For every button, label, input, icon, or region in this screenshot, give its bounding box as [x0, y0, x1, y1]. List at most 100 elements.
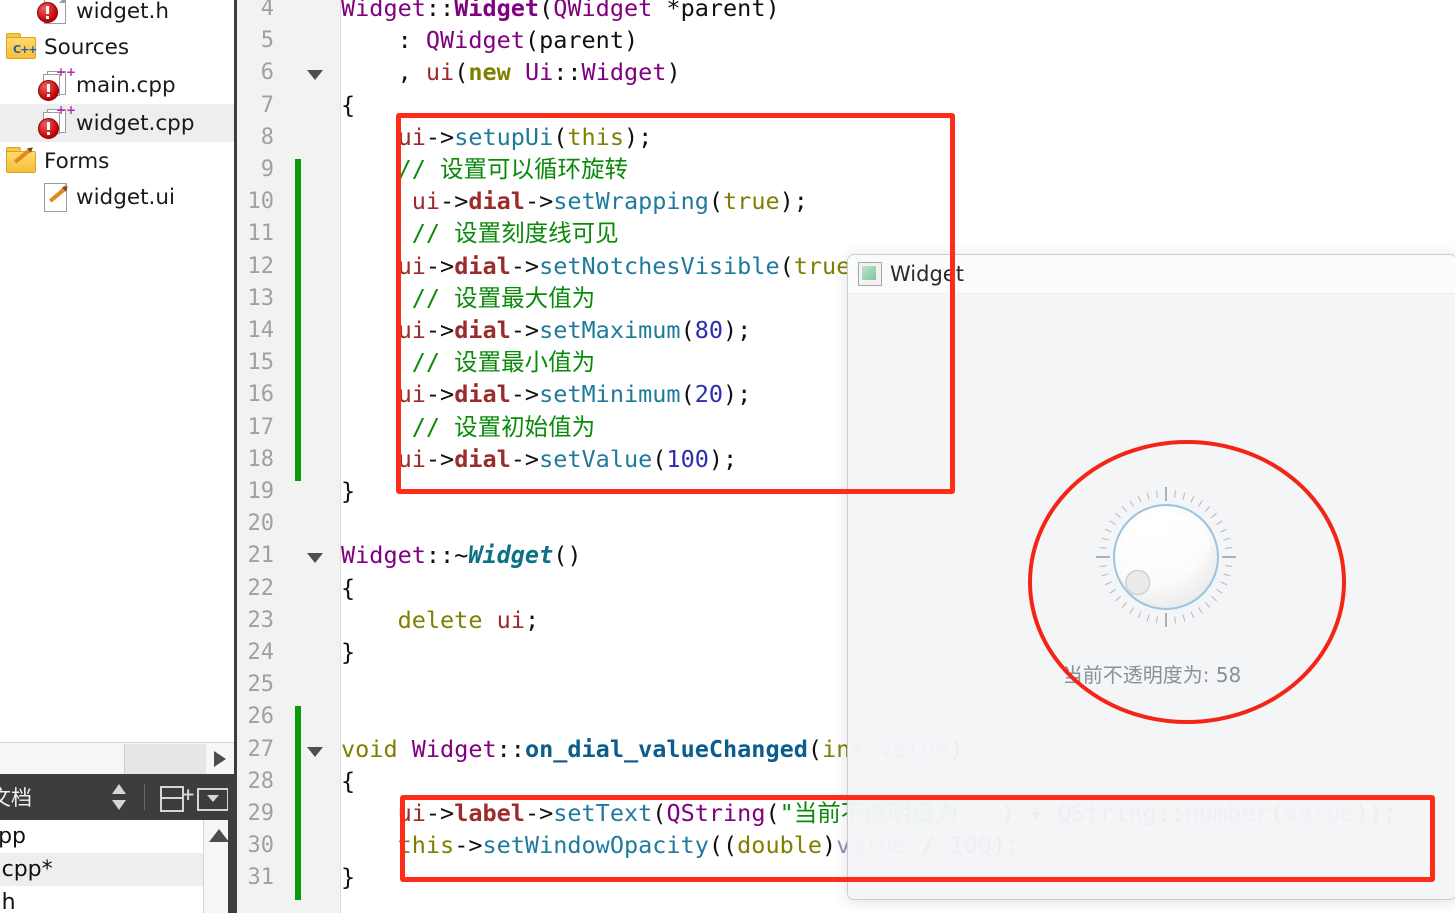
line-number: 27 [247, 736, 275, 762]
tree-item-widget-cpp[interactable]: ++ widget.cpp [0, 104, 234, 142]
hscrollbar-thumb[interactable] [124, 744, 208, 774]
line-number: 12 [247, 253, 275, 279]
line-number: 7 [260, 92, 274, 118]
code-line: Widget::~Widget() [341, 543, 582, 567]
code-token: void [341, 734, 398, 763]
line-number: 23 [247, 607, 275, 633]
ui-form-icon [36, 180, 70, 214]
tree-item-main-cpp[interactable]: ++ main.cpp [0, 66, 234, 104]
code-token: Widget [341, 541, 426, 570]
code-token: delete [397, 605, 483, 634]
code-line: delete ui; [341, 605, 540, 634]
line-number: 18 [247, 446, 275, 472]
fold-chevron-down-icon[interactable] [307, 70, 323, 81]
line-number: 5 [260, 28, 274, 54]
open-documents-list[interactable]: cpp t.cpp* t.h [0, 820, 234, 913]
line-number: 9 [260, 157, 274, 182]
code-token: ui [496, 605, 525, 634]
line-number: 16 [247, 382, 275, 408]
code-token: { [341, 573, 356, 602]
tree-item-Forms[interactable]: Forms [0, 142, 234, 180]
code-token: :: [425, 0, 455, 22]
fold-chevron-down-icon[interactable] [307, 746, 323, 757]
cpp-source-icon: ++ [36, 104, 76, 140]
code-line: Widget::Widget(QWidget *parent) [341, 0, 780, 20]
line-number: 15 [247, 350, 275, 376]
code-token: Widget [468, 541, 554, 570]
document-list-item[interactable]: t.cpp* [0, 853, 234, 886]
code-line: { [341, 93, 355, 117]
line-number: 4 [260, 0, 274, 21]
editor-gutter[interactable]: 4 5 6 7 8 9 10 11 12 13 14 15 16 17 18 19 20 21 22 23 24 25 26… [237, 0, 341, 913]
annotation-rectangle-slot [400, 795, 1435, 882]
line-number: 25 [247, 672, 275, 698]
code-token: ) [666, 58, 681, 87]
document-list-item-label: cpp [0, 824, 27, 849]
tree-item-label: main.cpp [76, 72, 176, 98]
code-token: on_dial_valueChanged [524, 734, 808, 763]
line-number: 17 [247, 414, 275, 440]
code-line: { [341, 769, 355, 793]
open-documents-toolbar[interactable]: 文档 + [0, 774, 234, 820]
code-token: ( [539, 0, 554, 22]
document-list-item[interactable]: cpp [0, 820, 234, 853]
code-token: (parent) [524, 26, 639, 55]
project-tree-hscrollbar[interactable] [0, 742, 234, 775]
tree-item-widget-ui[interactable]: widget.ui [0, 178, 234, 216]
folder-forms-icon [4, 144, 38, 178]
line-number: 21 [247, 543, 275, 569]
tree-item-label: widget.cpp [76, 110, 195, 136]
code-token: } [341, 638, 356, 666]
code-line: } [341, 479, 355, 503]
code-token: } [341, 863, 356, 892]
folder-sources-icon: C++ [4, 30, 38, 64]
code-token: { [341, 766, 356, 795]
code-token: () [553, 541, 582, 570]
line-number: 8 [260, 124, 274, 150]
code-line: , ui(new Ui::Widget) [341, 60, 681, 84]
split-add-icon[interactable]: + [154, 780, 195, 814]
line-number: 6 [260, 60, 274, 86]
code-token: Widget [454, 0, 540, 22]
line-number: 11 [247, 221, 275, 247]
line-number: 14 [247, 318, 275, 343]
tree-item-Sources[interactable]: C++ Sources [0, 28, 234, 66]
tree-item-label: Sources [44, 34, 130, 60]
project-tree-pane[interactable]: widget.h C++ Sources ++ main.cpp ++ widget.cpp… [0, 0, 234, 742]
code-token: { [341, 90, 356, 119]
toolbar-divider [144, 784, 145, 810]
change-marker [295, 159, 301, 481]
line-number: 29 [247, 801, 275, 826]
code-token: ::~ [425, 541, 469, 570]
document-list-item[interactable]: t.h [0, 886, 234, 913]
header-file-error-icon [36, 0, 70, 28]
code-line: } [341, 640, 355, 664]
line-number: 26 [247, 704, 275, 730]
line-number: 10 [247, 189, 275, 215]
line-number: 30 [247, 833, 275, 859]
line-number: 13 [247, 285, 275, 311]
change-marker [295, 706, 301, 900]
sort-updown-icon[interactable] [102, 780, 136, 814]
tree-item-label: widget.h [76, 0, 169, 24]
code-token: Widget [411, 734, 497, 763]
line-number: 31 [247, 865, 275, 891]
tree-item-label: Forms [44, 148, 110, 174]
document-list-item-label: t.cpp* [0, 857, 53, 882]
code-line: : QWidget(parent) [341, 26, 639, 55]
fold-chevron-down-icon[interactable] [307, 553, 323, 564]
line-number: 19 [247, 479, 275, 504]
tree-item-widget-h[interactable]: widget.h [0, 0, 234, 30]
code-token: ; [524, 605, 540, 634]
annotation-rectangle-constructor [396, 113, 955, 494]
code-token: :: [553, 58, 582, 87]
line-number: 22 [247, 575, 275, 601]
code-token: QWidget [553, 0, 653, 22]
